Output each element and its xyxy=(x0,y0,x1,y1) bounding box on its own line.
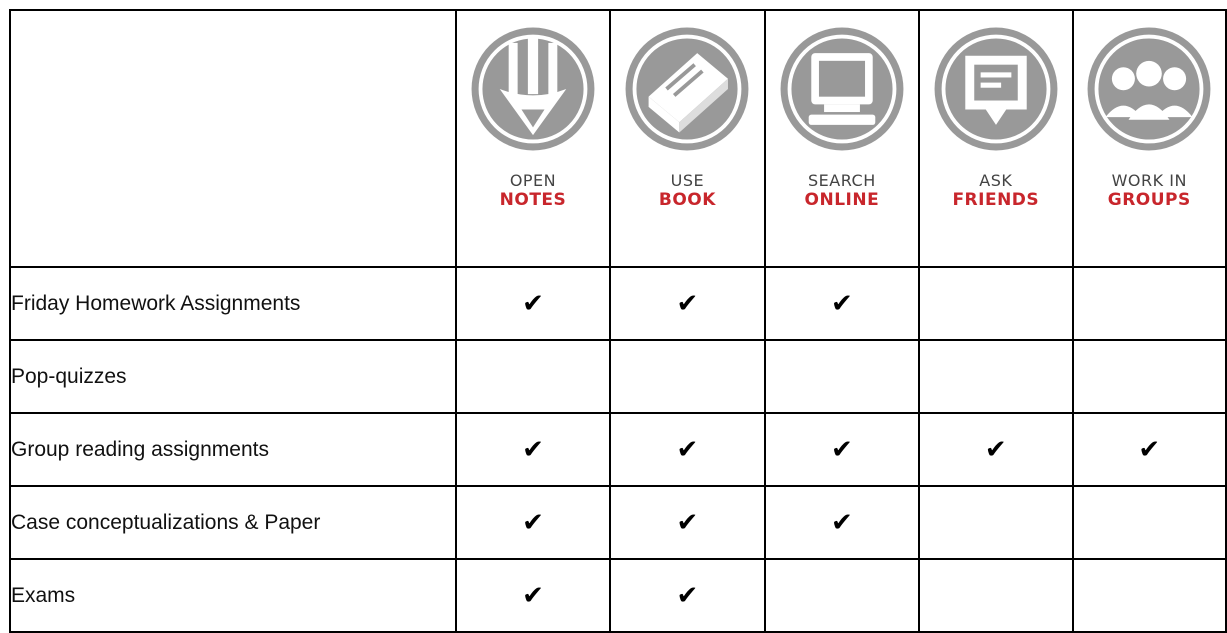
header-open-notes: OPEN NOTES xyxy=(454,9,612,268)
checkmark-cell: ✔ xyxy=(454,558,612,633)
header-work-in-groups: WORK IN GROUPS xyxy=(1071,9,1227,268)
header-use-book: USE BOOK xyxy=(609,9,766,268)
chat-bubble-icon xyxy=(934,27,1058,151)
header-row: OPEN NOTES USE BOOK SEARCH ONLINE ASK FR… xyxy=(9,9,1227,268)
checkmark-cell: ✔ xyxy=(454,266,612,341)
header-line2: NOTES xyxy=(499,190,567,210)
checkmark-cell xyxy=(1071,266,1227,341)
table-row: Case conceptualizations & Paper ✔ ✔ ✔ xyxy=(9,485,1227,560)
table-row: Group reading assignments ✔ ✔ ✔ ✔ ✔ xyxy=(9,412,1227,487)
checkmark-cell: ✔ xyxy=(609,266,766,341)
computer-icon xyxy=(780,27,904,151)
row-label: Friday Homework Assignments xyxy=(9,266,457,341)
checkmark-cell xyxy=(918,339,1074,414)
group-icon xyxy=(1087,27,1211,151)
header-line2: FRIENDS xyxy=(952,190,1040,210)
header-line1: ASK xyxy=(979,171,1013,190)
checkmark-cell xyxy=(918,485,1074,560)
header-line1: SEARCH xyxy=(807,171,876,190)
checkmark-cell: ✔ xyxy=(454,412,612,487)
table-row: Exams ✔ ✔ xyxy=(9,558,1227,633)
row-label: Pop-quizzes xyxy=(9,339,457,414)
row-label: Exams xyxy=(9,558,457,633)
checkmark-cell: ✔ xyxy=(1071,412,1227,487)
checkmark-cell xyxy=(1071,485,1227,560)
checkmark-cell xyxy=(454,339,612,414)
allowed-resources-table: OPEN NOTES USE BOOK SEARCH ONLINE ASK FR… xyxy=(9,9,1227,633)
checkmark-cell: ✔ xyxy=(763,266,921,341)
row-label: Group reading assignments xyxy=(9,412,457,487)
checkmark-cell: ✔ xyxy=(609,558,766,633)
header-search-online: SEARCH ONLINE xyxy=(763,9,921,268)
checkmark-cell xyxy=(1071,558,1227,633)
checkmark-cell: ✔ xyxy=(763,412,921,487)
header-line2: BOOK xyxy=(658,190,716,210)
header-line1: OPEN xyxy=(509,171,557,190)
checkmark-cell xyxy=(763,558,921,633)
checkmark-cell: ✔ xyxy=(454,485,612,560)
checkmark-cell: ✔ xyxy=(609,412,766,487)
checkmark-cell xyxy=(609,339,766,414)
checkmark-cell xyxy=(1071,339,1227,414)
pencil-icon xyxy=(471,27,595,151)
table-row: Pop-quizzes xyxy=(9,339,1227,414)
table-row: Friday Homework Assignments ✔ ✔ ✔ xyxy=(9,266,1227,341)
header-line2: GROUPS xyxy=(1107,190,1191,210)
corner-cell xyxy=(9,9,457,268)
checkmark-cell: ✔ xyxy=(609,485,766,560)
header-line2: ONLINE xyxy=(804,190,880,210)
row-label: Case conceptualizations & Paper xyxy=(9,485,457,560)
checkmark-cell: ✔ xyxy=(763,485,921,560)
checkmark-cell xyxy=(918,266,1074,341)
checkmark-cell xyxy=(763,339,921,414)
header-line1: WORK IN xyxy=(1111,171,1187,190)
checkmark-cell xyxy=(918,558,1074,633)
header-ask-friends: ASK FRIENDS xyxy=(918,9,1074,268)
checkmark-cell: ✔ xyxy=(918,412,1074,487)
header-line1: USE xyxy=(670,171,705,190)
book-icon xyxy=(625,27,749,151)
